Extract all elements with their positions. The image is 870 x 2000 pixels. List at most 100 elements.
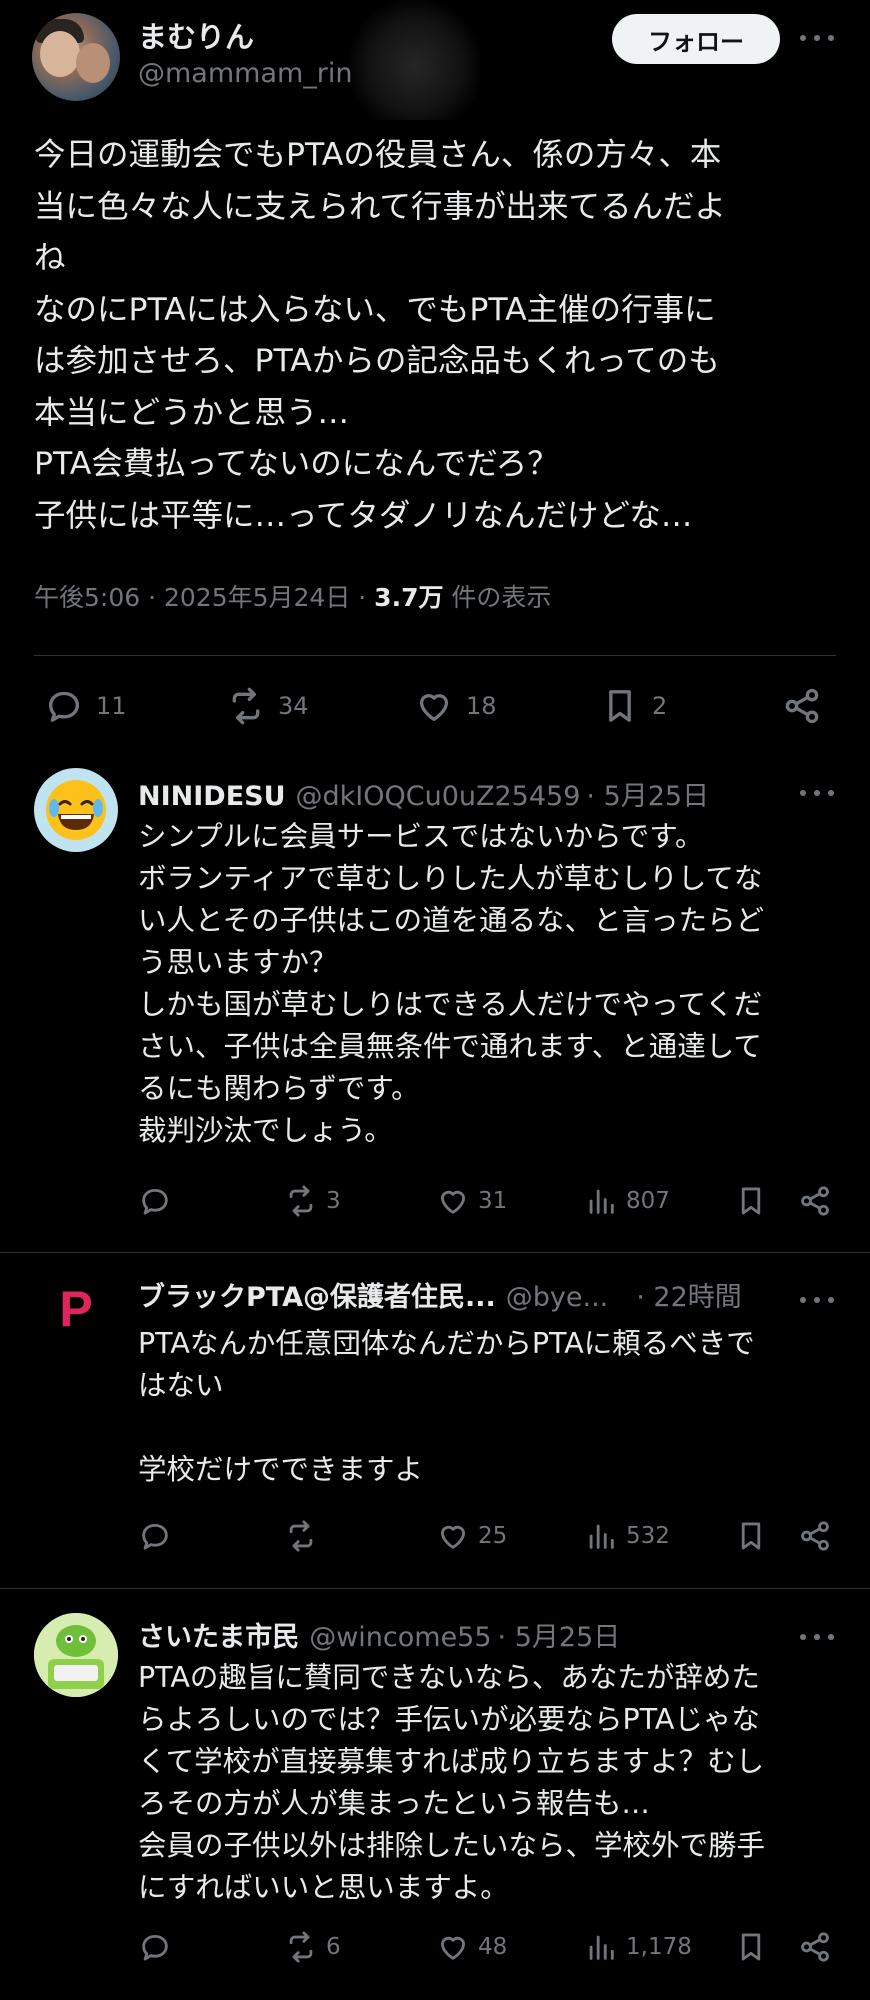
retweet-button[interactable]: 34 [226,686,309,726]
follow-button[interactable]: フォロー [612,14,780,64]
author-name[interactable]: まむりん [138,14,254,56]
reply-icon [44,686,84,726]
like-count: 18 [466,692,497,720]
analytics-icon [584,1519,618,1553]
tweet-text: 今日の運動会でもPTAの役員さん、係の方々、本 当に色々な人に支えられて行事が出… [34,137,727,534]
bookmark-count: 2 [652,692,668,720]
reply-actions: 25 532 [0,1519,870,1563]
views-button[interactable]: 532 [584,1519,670,1553]
reply-tweet: さいたま市民 @wincome55 · 5月25日 PTAの趣旨に賛同できないな… [0,1589,870,2000]
share-button[interactable] [798,1184,832,1218]
views-count: 1,178 [626,1934,692,1960]
like-button[interactable]: 48 [436,1930,507,1964]
like-button[interactable]: 25 [436,1519,507,1553]
bookmark-icon [734,1519,768,1553]
like-button[interactable]: 18 [414,686,497,726]
reply-count: 11 [96,692,127,720]
retweet-button[interactable]: 3 [284,1184,341,1218]
author-handle[interactable]: @mammam_rin [138,58,353,89]
reply-tweet: NINIDESU @dkIOQCu0uZ25459 · 5月25日 シンプルに会… [0,760,870,1250]
share-button[interactable] [798,1930,832,1964]
author-avatar[interactable] [32,13,120,101]
reply-button[interactable] [138,1519,172,1553]
p-logo: P [59,1281,93,1337]
heart-icon [436,1930,470,1964]
reply-author-name[interactable]: さいたま市民 [138,1615,299,1654]
heart-icon [436,1184,470,1218]
share-icon [798,1184,832,1218]
reply-author-name[interactable]: NINIDESU [138,781,286,812]
views-button[interactable]: 807 [584,1184,670,1218]
retweet-icon [284,1519,318,1553]
tweet-actions: 11 34 18 2 [0,680,870,730]
more-options-icon[interactable] [800,788,834,798]
reply-text: シンプルに会員サービスではないからです。 ボランティアで草むしりした人が草むしり… [138,820,765,1147]
heart-icon [414,686,454,726]
reply-actions: 6 48 1,178 [0,1930,870,1974]
reply-header: ブラックPTA@保護者住民... @bye... · 22時間 [138,1275,742,1314]
reply-actions: 3 31 807 [0,1184,870,1228]
more-options-icon[interactable] [800,33,834,43]
reply-button[interactable] [138,1184,172,1218]
reply-icon [138,1930,172,1964]
bookmark-button[interactable] [734,1519,768,1553]
reply-icon [138,1519,172,1553]
bookmark-icon [734,1184,768,1218]
reply-button[interactable]: 11 [44,686,127,726]
heart-icon [436,1519,470,1553]
reply-date[interactable]: · 5月25日 [498,1615,621,1654]
retweet-icon [284,1930,318,1964]
reply-header: NINIDESU @dkIOQCu0uZ25459 · 5月25日 [138,774,709,813]
retweet-count: 34 [278,692,309,720]
like-count: 31 [478,1188,508,1214]
green-mascot-icon[interactable] [34,1613,118,1697]
reply-author-name[interactable]: ブラックPTA@保護者住民... [138,1275,496,1314]
like-count: 48 [478,1934,508,1960]
retweet-icon [284,1184,318,1218]
more-options-icon[interactable] [800,1632,834,1642]
main-tweet: まむりん @mammam_rin フォロー 今日の運動会でもPTAの役員さん、係… [0,0,870,760]
views-count: 532 [626,1523,670,1549]
reply-text: PTAなんか任意団体なんだからPTAに頼るべきで はない 学校だけでできますよ [138,1327,755,1486]
avatar[interactable]: P [34,1267,118,1351]
retweet-icon [226,686,266,726]
reply-text: PTAの趣旨に賛同できないなら、あなたが辞めた らよろしいのでは？手伝いが必要な… [138,1661,766,1904]
share-icon [798,1930,832,1964]
background-photo [350,0,480,120]
bookmark-button[interactable] [734,1930,768,1964]
retweet-count: 3 [326,1188,341,1214]
retweet-button[interactable]: 6 [284,1930,341,1964]
reply-author-handle[interactable]: @bye... [506,1282,608,1313]
share-button[interactable] [782,686,822,726]
bookmark-icon [734,1930,768,1964]
like-button[interactable]: 31 [436,1184,507,1218]
share-icon [782,686,822,726]
views-label: 件の表示 [443,583,552,612]
tweet-metadata: 午後5:06 · 2025年5月24日 · 3.7万 件の表示 [34,578,551,614]
reply-icon [138,1184,172,1218]
bookmark-icon [600,686,640,726]
reply-author-handle[interactable]: @dkIOQCu0uZ25459 [296,781,581,812]
share-icon [798,1519,832,1553]
bookmark-button[interactable] [734,1184,768,1218]
more-options-icon[interactable] [800,1295,834,1305]
reply-header: さいたま市民 @wincome55 · 5月25日 [138,1615,620,1654]
like-count: 25 [478,1523,508,1549]
tweet-timestamp[interactable]: 午後5:06 · 2025年5月24日 · [34,583,374,612]
views-button[interactable]: 1,178 [584,1930,692,1964]
views-count: 3.7万 [374,583,444,612]
laughing-emoji-icon[interactable] [34,768,118,852]
reply-button[interactable] [138,1930,172,1964]
divider [34,655,836,656]
retweet-count: 6 [326,1934,341,1960]
share-button[interactable] [798,1519,832,1553]
analytics-icon [584,1930,618,1964]
reply-date[interactable]: · 5月25日 [586,774,709,813]
bookmark-button[interactable]: 2 [600,686,667,726]
analytics-icon [584,1184,618,1218]
reply-date[interactable]: · 22時間 [636,1275,742,1314]
retweet-button[interactable] [284,1519,318,1553]
reply-author-handle[interactable]: @wincome55 [309,1622,491,1653]
views-count: 807 [626,1188,670,1214]
reply-tweet: P ブラックPTA@保護者住民... @bye... · 22時間 PTAなんか… [0,1253,870,1583]
